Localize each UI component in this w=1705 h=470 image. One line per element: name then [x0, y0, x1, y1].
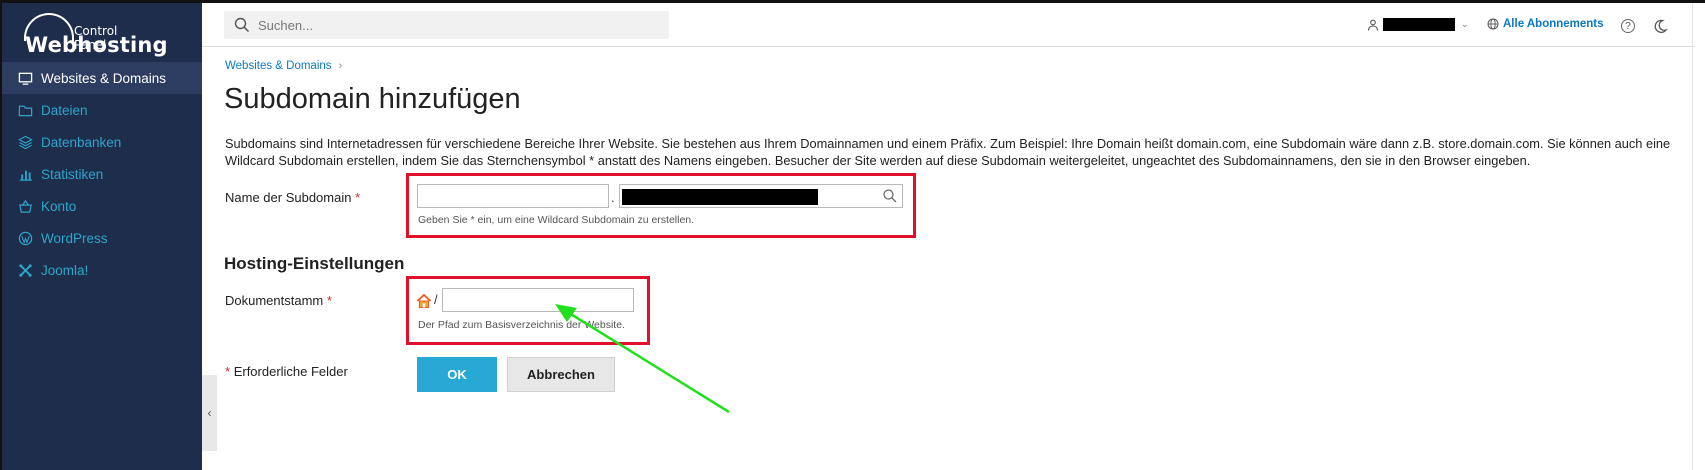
page-description: Subdomains sind Internetadressen für ver… [225, 136, 1671, 168]
folder-icon [17, 102, 33, 118]
database-layers-icon [17, 134, 33, 150]
user-icon [1367, 19, 1379, 31]
subdomain-name-label-text: Name der Subdomain [225, 190, 352, 205]
subscriptions-link[interactable]: Alle Abonnements [1487, 18, 1604, 30]
monitor-icon [17, 70, 33, 86]
sidebar-item-label: Joomla! [41, 262, 89, 278]
sidebar-collapse-handle[interactable]: ‹ [202, 375, 217, 451]
annotation-arrow [555, 304, 730, 414]
docroot-label: Dokumentstamm * [225, 293, 332, 308]
sidebar-item-label: Konto [41, 198, 77, 214]
breadcrumb[interactable]: Websites & Domains › [225, 60, 342, 72]
bar-chart-icon [17, 166, 33, 182]
breadcrumb-item[interactable]: Websites & Domains [225, 60, 332, 72]
subdomain-hint: Geben Sie * ein, um eine Wildcard Subdom… [418, 214, 695, 226]
home-icon [416, 293, 432, 308]
search-placeholder: Suchen... [258, 17, 313, 33]
ok-button[interactable]: OK [417, 357, 497, 392]
sidebar-item-label: WordPress [41, 230, 108, 246]
redacted-username [1383, 18, 1455, 31]
required-fields-note: * Erforderliche Felder [225, 364, 348, 379]
logo[interactable]: Control Panel Webhosting [22, 11, 168, 57]
required-fields-text: Erforderliche Felder [233, 364, 348, 379]
globe-icon [1487, 18, 1499, 30]
sidebar-item-label: Datenbanken [41, 134, 122, 150]
path-separator: / [434, 292, 438, 307]
user-menu[interactable]: ⌄ [1367, 18, 1469, 31]
wordpress-icon [17, 230, 33, 246]
required-mark: * [355, 190, 361, 205]
breadcrumb-separator: › [338, 60, 343, 72]
search-input[interactable]: Suchen... [224, 11, 669, 39]
search-icon[interactable] [882, 188, 898, 204]
domain-separator: . [611, 190, 615, 205]
help-icon[interactable]: ? [1621, 19, 1635, 33]
topbar: Suchen... ⌄ Alle Abonnements ? [202, 3, 1695, 47]
dark-mode-moon-icon[interactable] [1652, 18, 1668, 34]
logo-name: Webhosting [25, 33, 168, 57]
redacted-domain [622, 189, 818, 205]
joomla-icon [17, 262, 33, 278]
chevron-down-icon: ⌄ [1461, 19, 1469, 29]
subdomain-name-input[interactable] [417, 184, 609, 208]
hosting-settings-heading: Hosting-Einstellungen [224, 254, 405, 273]
sidebar-item-websites-domains[interactable]: Websites & Domains [2, 62, 202, 94]
sidebar-item-datenbanken[interactable]: Datenbanken [2, 126, 202, 158]
scrollbar-edge [1692, 3, 1693, 470]
account-basket-icon [17, 198, 33, 214]
sidebar-item-wordpress[interactable]: WordPress [2, 222, 202, 254]
sidebar: Control Panel Webhosting Websites & Doma… [2, 3, 202, 470]
sidebar-nav: Websites & Domains Dateien Datenbanken S… [2, 62, 202, 286]
sidebar-item-joomla[interactable]: Joomla! [2, 254, 202, 286]
docroot-label-text: Dokumentstamm [225, 293, 324, 308]
app-window: Control Panel Webhosting Websites & Doma… [0, 0, 1705, 470]
sidebar-item-label: Websites & Domains [41, 70, 167, 86]
subdomain-name-label: Name der Subdomain * [225, 190, 360, 205]
sidebar-item-statistiken[interactable]: Statistiken [2, 158, 202, 190]
page-title: Subdomain hinzufügen [224, 83, 521, 115]
required-mark: * [225, 364, 231, 379]
sidebar-item-label: Statistiken [41, 166, 104, 182]
required-mark: * [326, 293, 332, 308]
sidebar-item-konto[interactable]: Konto [2, 190, 202, 222]
sidebar-item-dateien[interactable]: Dateien [2, 94, 202, 126]
search-icon [234, 17, 250, 33]
subscriptions-label: Alle Abonnements [1503, 18, 1604, 30]
sidebar-item-label: Dateien [41, 102, 88, 118]
